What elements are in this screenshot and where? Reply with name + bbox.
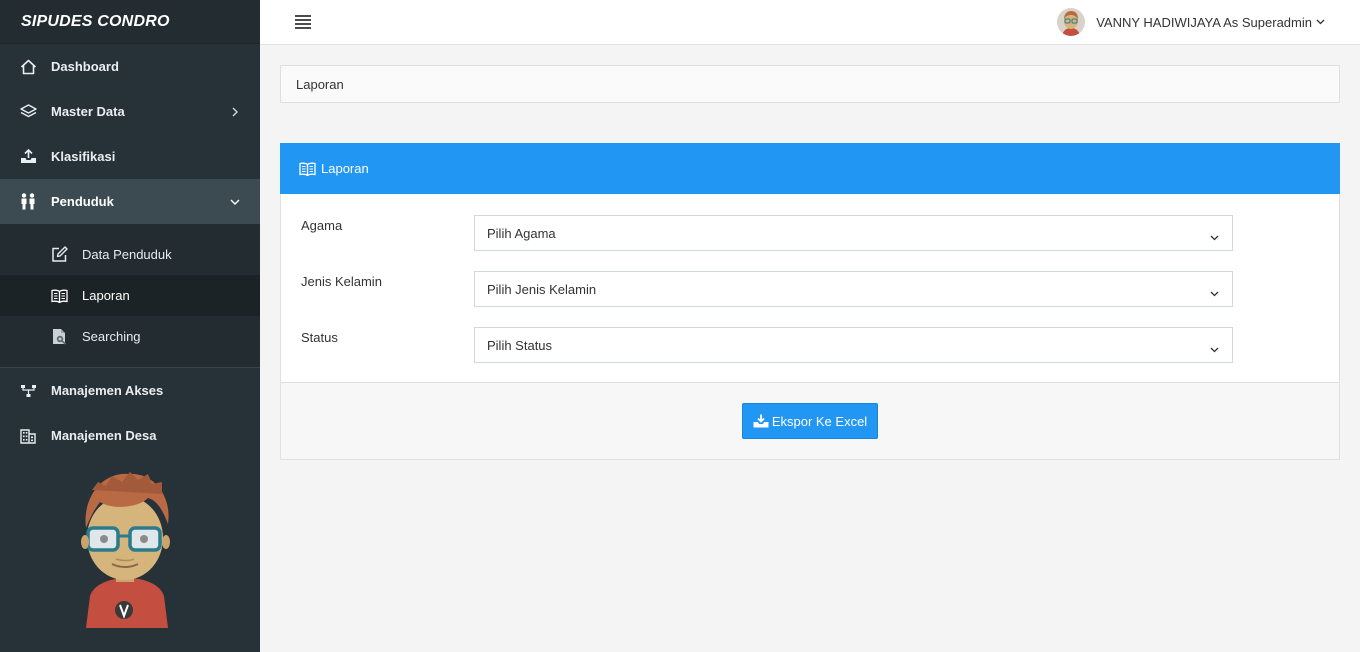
- sidebar-item-label: Klasifikasi: [51, 149, 116, 164]
- chevron-down-icon: [230, 197, 240, 207]
- edit-icon: [50, 246, 68, 264]
- brand[interactable]: SIPUDES CONDRO: [0, 0, 260, 44]
- sidebar-item-label: Master Data: [51, 104, 125, 119]
- network-icon: [19, 382, 37, 400]
- user-menu[interactable]: VANNY HADIWIJAYA As Superadmin: [1057, 8, 1326, 36]
- panel-title: Laporan: [321, 161, 369, 176]
- chevron-down-icon: [1210, 285, 1220, 297]
- sidebar-item-label: Manajemen Desa: [51, 428, 157, 443]
- avatar: [1057, 8, 1086, 36]
- mascot-illustration: [72, 468, 182, 628]
- home-icon: [19, 58, 37, 76]
- sidebar-item-penduduk[interactable]: Penduduk: [0, 179, 260, 224]
- form-row-agama: Agama Pilih Agama: [301, 215, 1321, 251]
- form-row-jenis-kelamin: Jenis Kelamin Pilih Jenis Kelamin: [301, 271, 1321, 307]
- breadcrumb: Laporan: [280, 65, 1340, 103]
- panel-footer: Ekspor Ke Excel: [281, 382, 1339, 459]
- book-icon: [50, 287, 68, 305]
- topbar: VANNY HADIWIJAYA As Superadmin: [260, 0, 1360, 45]
- upload-tray-icon: [19, 148, 37, 166]
- chevron-down-icon: [1210, 229, 1220, 241]
- layers-icon: [19, 103, 37, 121]
- sidebar-item-klasifikasi[interactable]: Klasifikasi: [0, 134, 260, 179]
- select-value: Pilih Agama: [487, 225, 556, 241]
- sidebar-item-master-data[interactable]: Master Data: [0, 89, 260, 134]
- sidebar-item-label: Penduduk: [51, 194, 114, 209]
- agama-select[interactable]: Pilih Agama: [474, 215, 1233, 251]
- sidebar-item-label: Dashboard: [51, 59, 119, 74]
- select-value: Pilih Status: [487, 337, 553, 353]
- sidebar-subitem-label: Searching: [82, 329, 141, 344]
- sidebar-subitem-laporan[interactable]: Laporan: [0, 275, 260, 316]
- sidebar-item-label: Manajemen Akses: [51, 383, 164, 398]
- breadcrumb-label: Laporan: [296, 76, 344, 92]
- people-icon: [19, 193, 37, 211]
- field-label: Agama: [301, 218, 343, 233]
- status-select[interactable]: Pilih Status: [474, 327, 1233, 363]
- select-value: Pilih Jenis Kelamin: [487, 281, 597, 297]
- sidebar-item-manajemen-akses[interactable]: Manajemen Akses: [0, 368, 260, 413]
- report-panel: Laporan Agama Pilih Agama Jenis Kelamin …: [280, 143, 1340, 460]
- sidebar-item-manajemen-desa[interactable]: Manajemen Desa: [0, 413, 260, 458]
- brand-title: SIPUDES CONDRO: [21, 12, 170, 30]
- chevron-down-icon: [1316, 17, 1326, 27]
- chevron-down-icon: [1210, 341, 1220, 353]
- form-row-status: Status Pilih Status: [301, 327, 1321, 363]
- building-icon: [19, 427, 37, 445]
- field-label: Jenis Kelamin: [301, 274, 382, 289]
- export-excel-button[interactable]: Ekspor Ke Excel: [742, 403, 878, 439]
- book-icon: [299, 162, 317, 176]
- sidebar-subitem-searching[interactable]: Searching: [0, 316, 260, 357]
- menu-toggle-icon[interactable]: [294, 14, 312, 30]
- panel-header: Laporan: [280, 143, 1340, 194]
- chevron-right-icon: [230, 107, 240, 117]
- penduduk-submenu: Data Penduduk Laporan Searching: [0, 224, 260, 368]
- search-document-icon: [50, 328, 68, 346]
- sidebar: SIPUDES CONDRO Dashboard Master Data Kla…: [0, 0, 260, 652]
- sidebar-subitem-data-penduduk[interactable]: Data Penduduk: [0, 234, 260, 275]
- sidebar-subitem-label: Data Penduduk: [82, 247, 172, 262]
- field-label: Status: [301, 330, 338, 345]
- sidebar-subitem-label: Laporan: [82, 288, 130, 303]
- user-label: VANNY HADIWIJAYA As Superadmin: [1096, 14, 1312, 30]
- jenis-kelamin-select[interactable]: Pilih Jenis Kelamin: [474, 271, 1233, 307]
- sidebar-item-dashboard[interactable]: Dashboard: [0, 44, 260, 89]
- export-label: Ekspor Ke Excel: [771, 413, 868, 429]
- download-icon: [753, 414, 769, 428]
